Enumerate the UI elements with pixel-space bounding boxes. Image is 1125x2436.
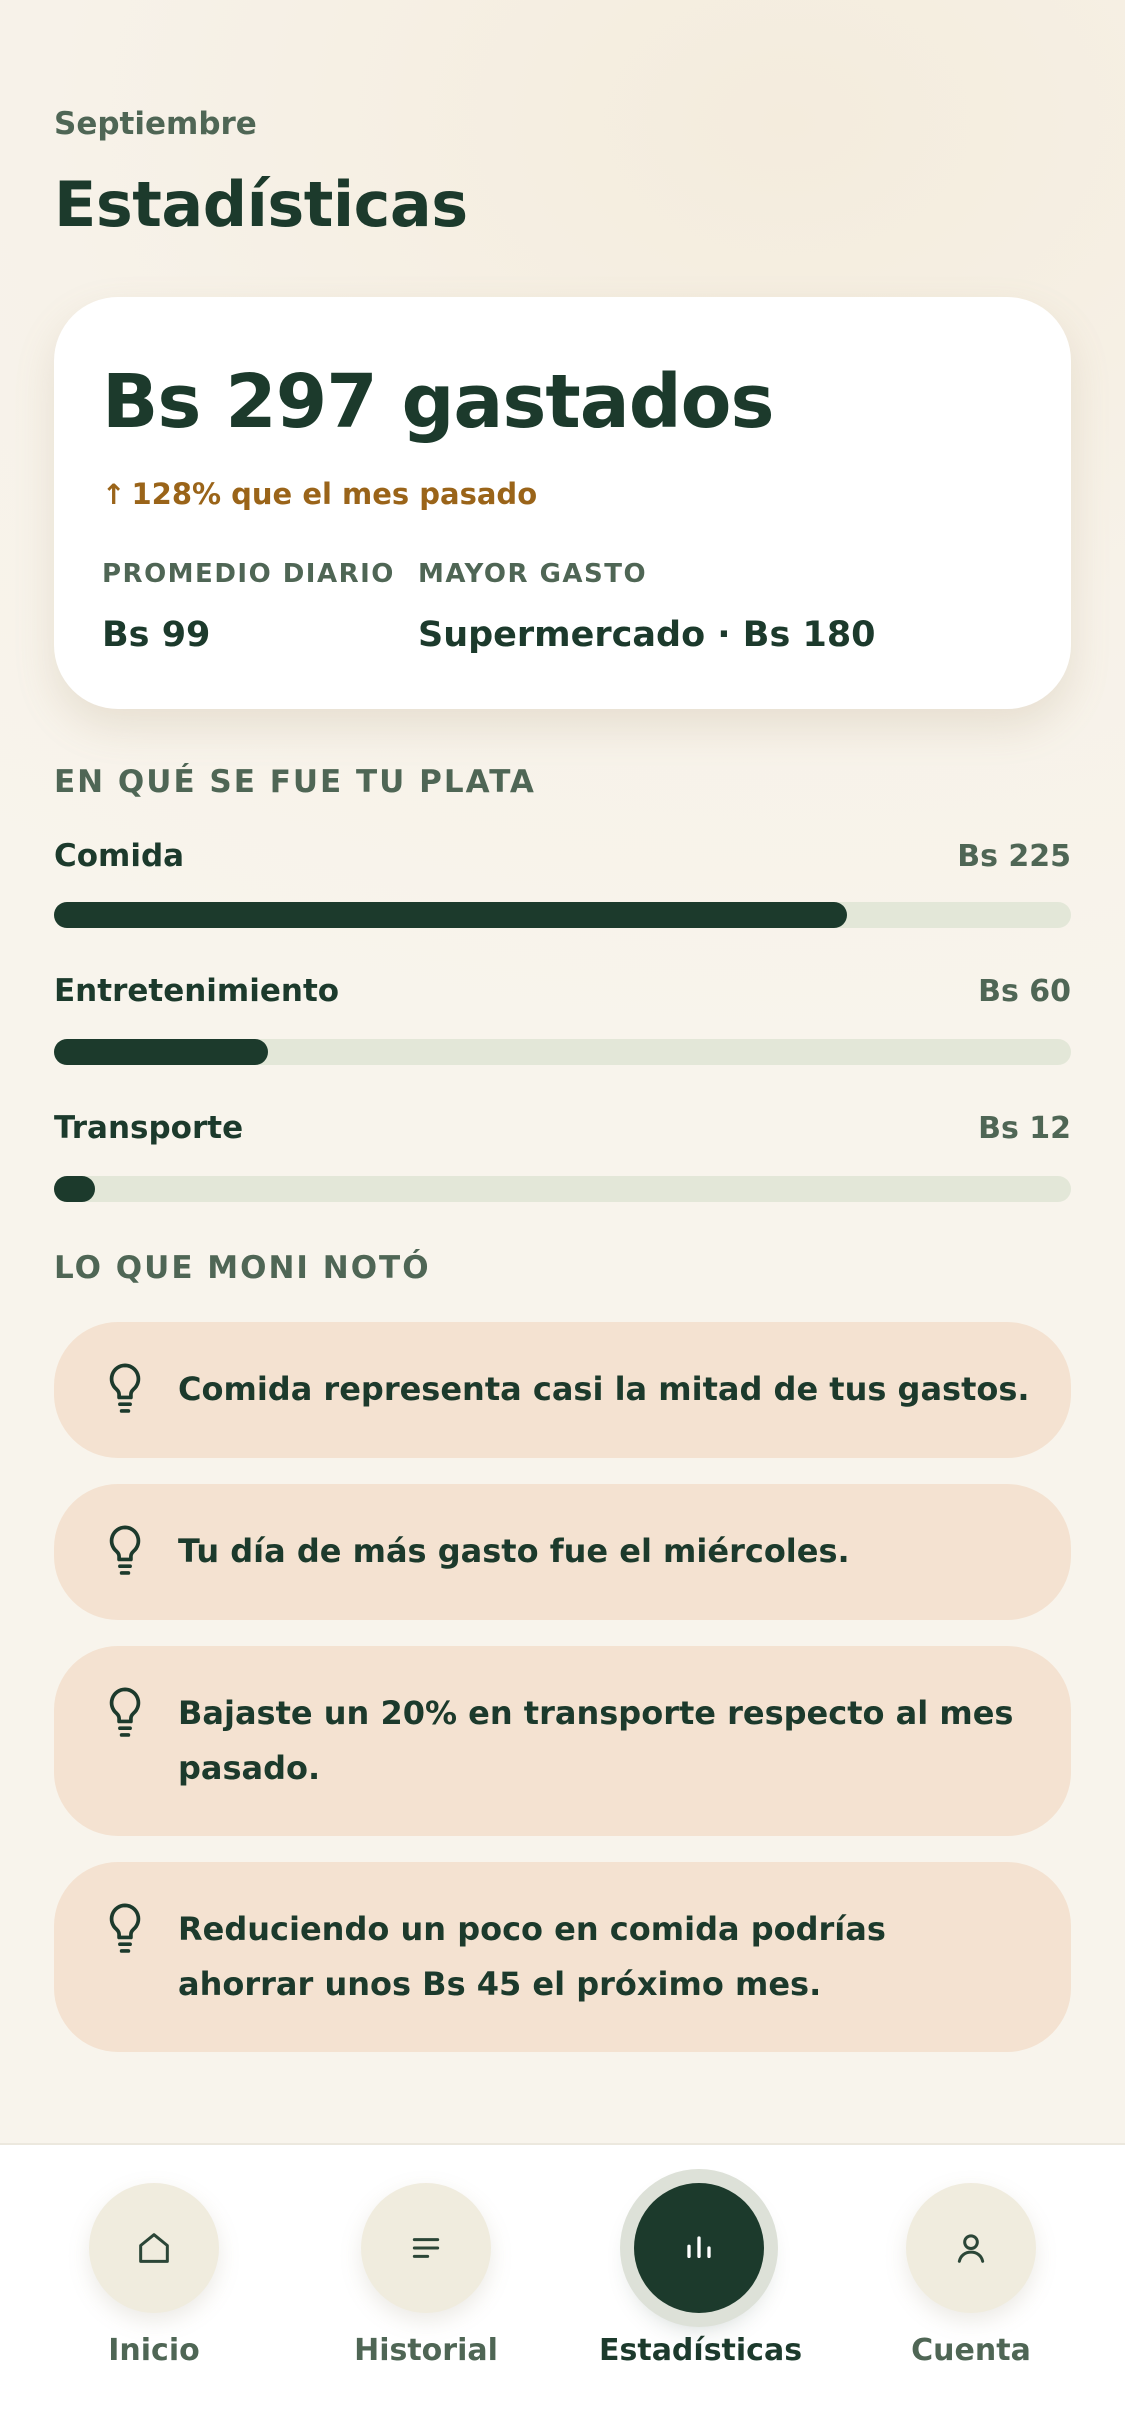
insight-card: Reduciendo un poco en comida podrías aho… [54, 1862, 1071, 2052]
category-name: Transporte [54, 1110, 244, 1146]
category-item[interactable]: Transporte Bs 12 [54, 1110, 1071, 1202]
lightbulb-icon [109, 1903, 141, 1953]
category-amount: Bs 60 [978, 973, 1071, 1009]
lightbulb-icon [109, 1525, 141, 1575]
category-amount: Bs 225 [957, 838, 1071, 874]
top-expense-label: MAYOR GASTO [418, 559, 648, 589]
total-spent: Bs 297 gastados [102, 359, 775, 445]
category-progress-track [54, 1176, 1071, 1202]
bottom-tab-bar: Inicio Historial Estadísticas Cuenta [0, 2143, 1125, 2436]
category-item[interactable]: Comida Bs 225 [54, 838, 1071, 928]
category-progress-fill [54, 902, 848, 928]
category-amount: Bs 12 [978, 1110, 1071, 1146]
home-icon [139, 2233, 169, 2263]
category-progress-fill [54, 1176, 95, 1202]
category-row: Entretenimiento Bs 60 [54, 973, 1071, 1009]
daily-average-value: Bs 99 [102, 615, 211, 655]
tab-historial-button[interactable] [361, 2183, 491, 2313]
category-name: Comida [54, 838, 185, 874]
category-name: Entretenimiento [54, 973, 340, 1009]
insights-section-title: LO QUE MONI NOTÓ [54, 1250, 431, 1286]
lightbulb-icon [109, 1687, 141, 1737]
month-label: Septiembre [54, 106, 257, 142]
category-progress-track [54, 1039, 1071, 1065]
tab-cuenta-button[interactable] [906, 2183, 1036, 2313]
insight-card: Comida representa casi la mitad de tus g… [54, 1322, 1071, 1458]
tab-estadisticas[interactable]: Estadísticas [599, 2183, 803, 2368]
tab-historial-label: Historial [354, 2333, 498, 2368]
daily-average-label: PROMEDIO DIARIO [102, 559, 395, 589]
insight-text: Reduciendo un poco en comida podrías aho… [178, 1910, 886, 2003]
tab-inicio-button[interactable] [89, 2183, 219, 2313]
summary-card: Bs 297 gastados ↑ 128% que el mes pasado… [54, 297, 1071, 709]
tab-estadisticas-label: Estadísticas [599, 2333, 803, 2368]
tab-estadisticas-button[interactable] [634, 2183, 764, 2313]
top-expense-value: Supermercado · Bs 180 [418, 615, 876, 655]
change-indicator: ↑ 128% que el mes pasado [102, 477, 537, 511]
user-icon [957, 2234, 985, 2263]
change-text: 128% que el mes pasado [131, 477, 538, 511]
insight-card: Bajaste un 20% en transporte respecto al… [54, 1646, 1071, 1836]
tab-cuenta-label: Cuenta [911, 2333, 1031, 2368]
insight-card: Tu día de más gasto fue el miércoles. [54, 1484, 1071, 1620]
category-row: Transporte Bs 12 [54, 1110, 1071, 1146]
categories-section-title: EN QUÉ SE FUE TU PLATA [54, 764, 536, 800]
tab-inicio[interactable]: Inicio [54, 2183, 254, 2368]
tab-historial[interactable]: Historial [326, 2183, 526, 2368]
top-expense: MAYOR GASTO Supermercado · Bs 180 [418, 559, 876, 655]
list-icon [412, 2238, 440, 2258]
tab-cuenta[interactable]: Cuenta [871, 2183, 1071, 2368]
lightbulb-icon [109, 1363, 141, 1413]
insight-text: Tu día de más gasto fue el miércoles. [178, 1532, 850, 1570]
category-progress-track [54, 902, 1071, 928]
daily-average: PROMEDIO DIARIO Bs 99 [102, 559, 395, 655]
arrow-up-icon: ↑ [102, 477, 126, 511]
page-title: Estadísticas [54, 168, 468, 241]
insight-text: Bajaste un 20% en transporte respecto al… [178, 1694, 1014, 1787]
tab-inicio-label: Inicio [108, 2333, 200, 2368]
category-row: Comida Bs 225 [54, 838, 1071, 874]
category-progress-fill [54, 1039, 268, 1065]
category-item[interactable]: Entretenimiento Bs 60 [54, 973, 1071, 1065]
bar-chart-icon [687, 2236, 711, 2258]
insight-text: Comida representa casi la mitad de tus g… [178, 1370, 1030, 1408]
